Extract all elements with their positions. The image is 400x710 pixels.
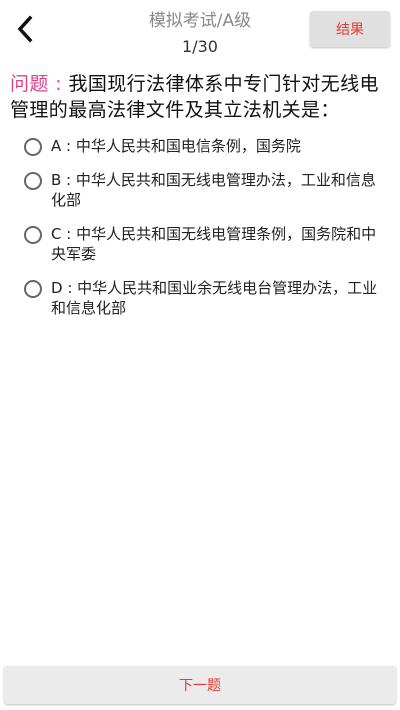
next-question-button[interactable]: 下一题 — [4, 666, 396, 704]
option-label: B : 中华人民共和国无线电管理办法，工业和信息化部 — [51, 171, 376, 209]
question-prefix: 问题 : — [10, 73, 69, 95]
question-counter: 1/30 — [182, 37, 218, 56]
option-c[interactable]: C : 中华人民共和国无线电管理条例，国务院和中央军委 — [24, 224, 384, 264]
option-a[interactable]: A : 中华人民共和国电信条例，国务院 — [24, 136, 384, 156]
radio-icon[interactable] — [24, 280, 42, 298]
option-d[interactable]: D : 中华人民共和国业余无线电台管理办法，工业和信息化部 — [24, 278, 384, 318]
option-label: C : 中华人民共和国无线电管理条例，国务院和中央军委 — [51, 225, 377, 263]
option-b[interactable]: B : 中华人民共和国无线电管理办法，工业和信息化部 — [24, 170, 384, 210]
next-question-label: 下一题 — [179, 678, 221, 694]
top-bar: 模拟考试/A级 1/30 结果 — [0, 0, 400, 62]
answer-options: A : 中华人民共和国电信条例，国务院 B : 中华人民共和国无线电管理办法，工… — [24, 136, 384, 332]
option-label: D : 中华人民共和国业余无线电台管理办法，工业和信息化部 — [51, 279, 378, 317]
chevron-left-icon — [17, 15, 33, 43]
radio-icon[interactable] — [24, 138, 42, 156]
radio-icon[interactable] — [24, 172, 42, 190]
page-title: 模拟考试/A级 — [148, 11, 252, 31]
radio-icon[interactable] — [24, 226, 42, 244]
question-text: 问题 : 我国现行法律体系中专门针对无线电管理的最高法律文件及其立法机关是： — [10, 71, 390, 123]
option-label: A : 中华人民共和国电信条例，国务院 — [51, 137, 301, 155]
back-button[interactable] — [10, 12, 40, 46]
header-title-group: 模拟考试/A级 1/30 — [80, 10, 320, 58]
result-button[interactable]: 结果 — [310, 11, 390, 47]
